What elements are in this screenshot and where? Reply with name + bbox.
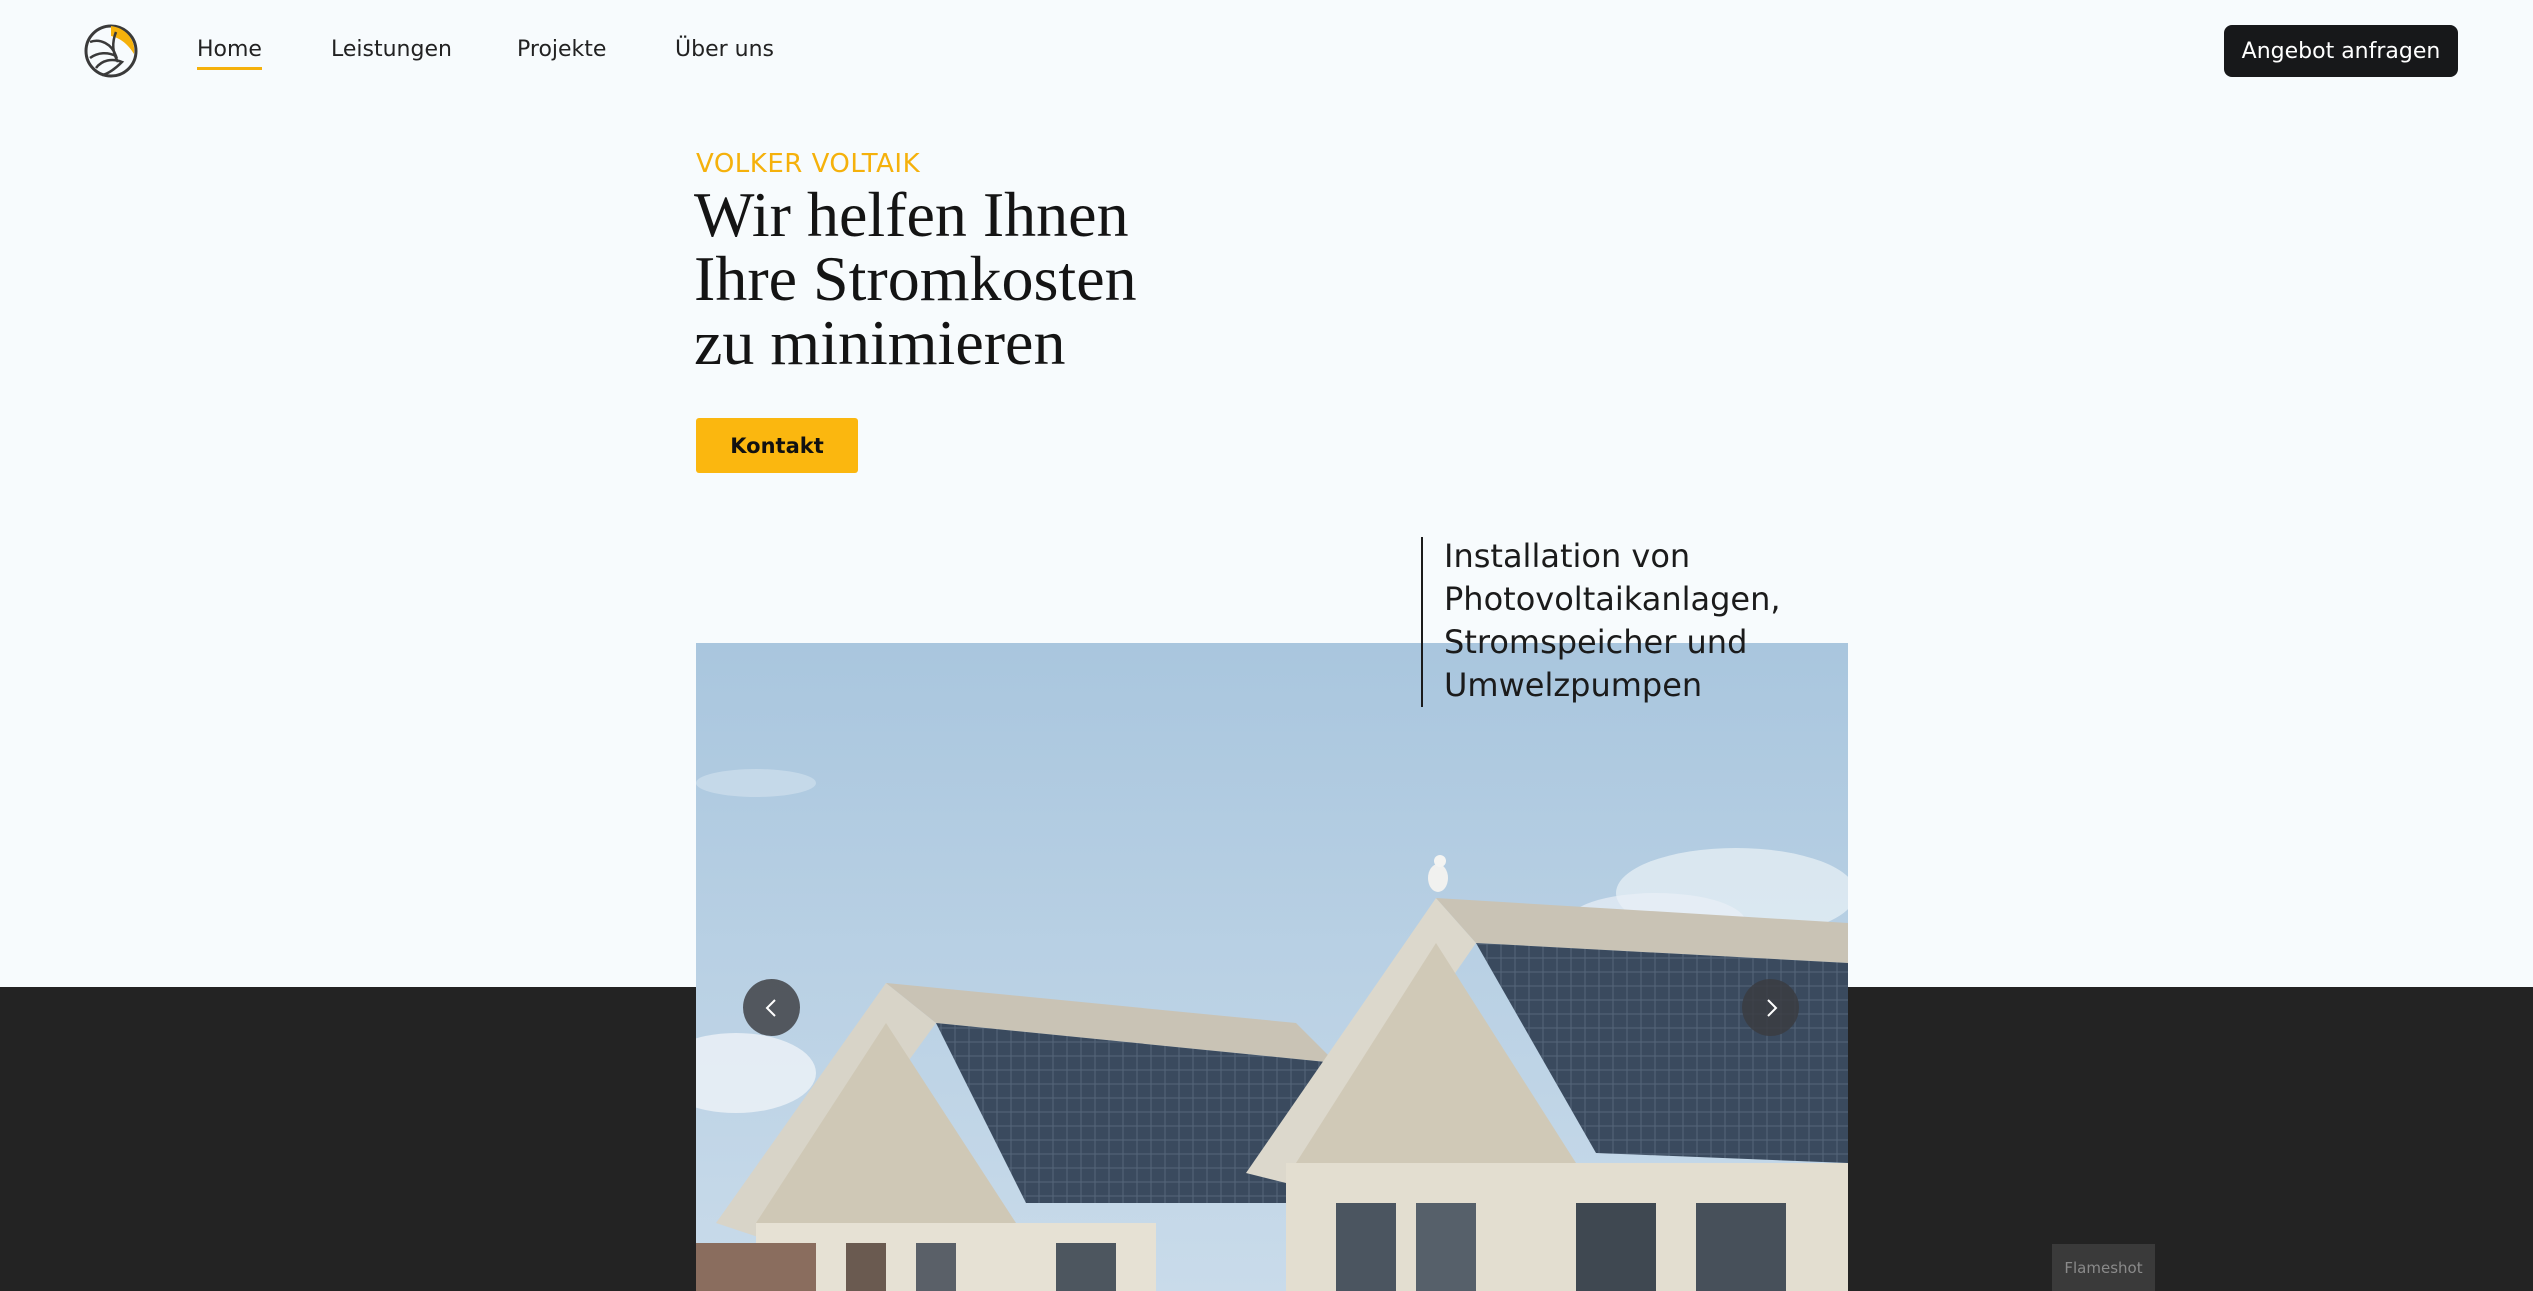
services-line: Umwelzpumpen	[1444, 666, 1703, 704]
services-divider	[1421, 537, 1423, 707]
hero-headline: Wir helfen Ihnen Ihre Stromkosten zu min…	[694, 183, 1254, 375]
hero-headline-line: Wir helfen Ihnen	[694, 179, 1129, 250]
nav-leistungen[interactable]: Leistungen	[331, 33, 452, 67]
hero-eyebrow: VOLKER VOLTAIK	[696, 149, 921, 179]
hero-headline-line: Ihre Stromkosten	[694, 243, 1137, 314]
nav-ueber-uns[interactable]: Über uns	[675, 33, 774, 67]
chevron-right-icon	[1766, 998, 1777, 1017]
slider-prev-button[interactable]	[743, 979, 800, 1036]
nav-home[interactable]: Home	[197, 33, 262, 70]
hero-image-slider	[696, 643, 1848, 1291]
slider-next-button[interactable]	[1742, 979, 1799, 1036]
services-line: Photovoltaikanlagen,	[1444, 580, 1781, 618]
hero-headline-line: zu minimieren	[694, 307, 1066, 378]
services-text: Installation von Photovoltaikanlagen, St…	[1444, 535, 1864, 707]
flameshot-watermark: Flameshot	[2052, 1244, 2155, 1291]
chevron-left-icon	[765, 998, 776, 1017]
services-line: Stromspeicher und	[1444, 623, 1748, 661]
logo-icon[interactable]	[82, 22, 140, 80]
nav-projekte[interactable]: Projekte	[517, 33, 606, 67]
services-line: Installation von	[1444, 537, 1691, 575]
contact-button[interactable]: Kontakt	[696, 418, 858, 473]
beach-huts-solar-image	[696, 643, 1848, 1291]
request-quote-button[interactable]: Angebot anfragen	[2224, 25, 2458, 77]
